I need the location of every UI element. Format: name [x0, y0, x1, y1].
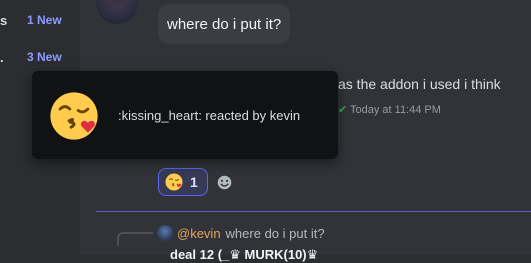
- reply-avatar: [157, 225, 173, 241]
- kissing-heart-emoji-icon: [50, 92, 98, 140]
- reply-spine: [117, 232, 153, 246]
- message-timestamp-row: ✔ Today at 11:44 PM: [338, 103, 441, 117]
- new-messages-divider: [96, 211, 531, 212]
- message-text-partial: as the addon i used i think: [338, 76, 501, 92]
- reaction-tooltip: :kissing_heart: reacted by kevin: [32, 71, 338, 159]
- reply-text: where do i put it?: [225, 225, 325, 241]
- sidebar-channel-row[interactable]: s 1 New: [0, 10, 80, 30]
- sidebar-channel-name: s: [0, 13, 8, 28]
- new-messages-badge: 1 New: [27, 13, 62, 27]
- check-icon: ✔: [338, 104, 346, 116]
- message-text: where do i put it?: [167, 15, 282, 33]
- new-messages-badge: 3 New: [27, 50, 62, 64]
- cut-off-username: deal 12 (_♛ MURK(10)♛: [170, 247, 319, 262]
- add-reaction-icon[interactable]: [216, 174, 233, 191]
- reaction-chip[interactable]: 1: [158, 168, 208, 196]
- kissing-heart-emoji-icon: [165, 173, 183, 191]
- message-bubble[interactable]: where do i put it?: [158, 4, 291, 44]
- tooltip-text: :kissing_heart: reacted by kevin: [118, 108, 301, 123]
- reaction-count: 1: [190, 174, 198, 190]
- sidebar-channel-name: .: [0, 50, 4, 65]
- sidebar-channel-row[interactable]: . 3 New: [0, 47, 80, 67]
- reply-mention[interactable]: @kevin: [177, 226, 221, 241]
- message-timestamp: Today at 11:44 PM: [350, 103, 441, 116]
- avatar-face: [106, 0, 128, 6]
- reply-reference[interactable]: @kevin where do i put it?: [157, 225, 325, 241]
